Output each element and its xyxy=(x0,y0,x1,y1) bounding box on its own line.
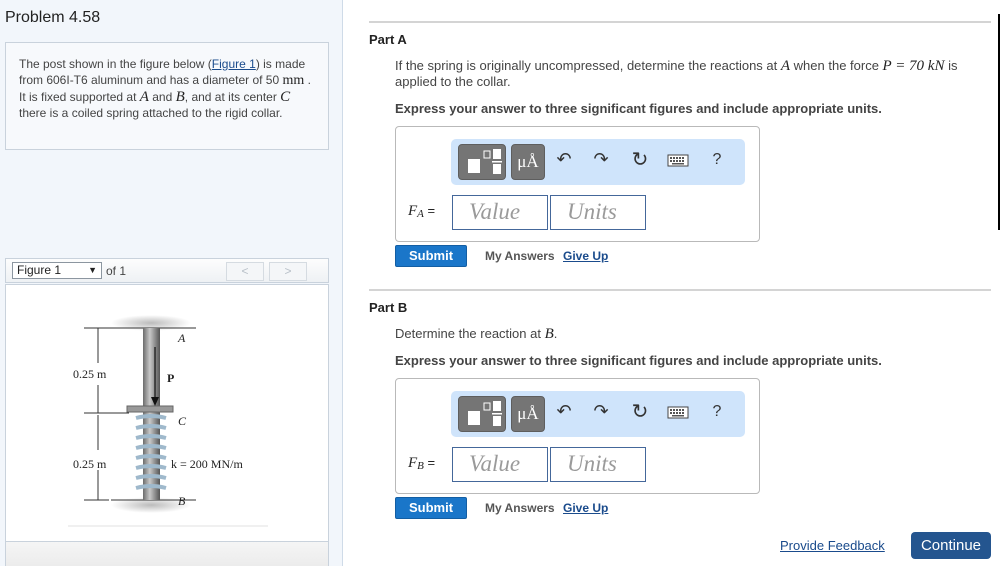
part-a-submit-button[interactable]: Submit xyxy=(395,245,467,267)
label-sub: A xyxy=(417,208,424,220)
provide-feedback-link[interactable]: Provide Feedback xyxy=(780,538,885,553)
reset-icon[interactable]: ↻ xyxy=(628,147,652,172)
figure-select[interactable]: Figure 1 ▼ xyxy=(12,262,102,279)
fb-label: FB = xyxy=(408,455,435,472)
label-eq: = xyxy=(423,455,436,470)
value-input[interactable]: Value xyxy=(452,195,548,230)
dim-bottom-label: 0.25 m xyxy=(73,457,107,471)
prev-figure-button[interactable]: < xyxy=(226,262,264,281)
continue-button[interactable]: Continue xyxy=(911,532,991,559)
label-c: C xyxy=(178,414,187,428)
math-toolbar: μÅ ↶ ↷ ↻ ? xyxy=(451,139,745,185)
part-a-answer-box: μÅ ↶ ↷ ↻ ? FA = Value Units xyxy=(395,126,760,242)
question-text: Determine the reaction at xyxy=(395,326,545,341)
label-eq: = xyxy=(423,203,436,218)
keyboard-icon[interactable] xyxy=(666,151,690,172)
label-var: F xyxy=(408,455,418,471)
intro-text: and xyxy=(148,90,176,104)
part-a-question: If the spring is originally uncompressed… xyxy=(395,58,985,90)
undo-icon[interactable]: ↶ xyxy=(552,401,576,422)
label-var: F xyxy=(408,203,418,219)
part-b-my-answers[interactable]: My Answers xyxy=(485,501,555,515)
keyboard-icon[interactable] xyxy=(666,403,690,424)
templates-button[interactable] xyxy=(458,144,506,180)
part-b-instructions: Express your answer to three significant… xyxy=(395,353,882,368)
question-text: . xyxy=(553,326,558,341)
post-spring-figure: 0.25 m 0.25 m A P C k = 200 MN/m B xyxy=(68,315,268,527)
redo-icon[interactable]: ↷ xyxy=(589,401,613,422)
label-p: P xyxy=(167,371,174,385)
part-a-my-answers[interactable]: My Answers xyxy=(485,249,555,263)
units-button[interactable]: μÅ xyxy=(511,396,545,432)
problem-intro: The post shown in the figure below (Figu… xyxy=(5,42,329,150)
units-button[interactable]: μÅ xyxy=(511,144,545,180)
figure-nav-bar: Figure 1 ▼ of 1 < > xyxy=(5,258,329,283)
figure-select-value: Figure 1 xyxy=(17,263,62,277)
spring-constant-label: k = 200 MN/m xyxy=(171,457,243,471)
intro-text: The post shown in the figure below ( xyxy=(19,57,212,71)
templates-icon xyxy=(468,401,502,426)
fa-label: FA = xyxy=(408,203,435,220)
problem-panel: Problem 4.58 The post shown in the figur… xyxy=(0,0,343,566)
redo-icon[interactable]: ↷ xyxy=(589,149,613,170)
dim-top-label: 0.25 m xyxy=(73,367,107,381)
dropdown-arrow-icon: ▼ xyxy=(88,265,97,275)
next-figure-button[interactable]: > xyxy=(269,262,307,281)
part-a-give-up-link[interactable]: Give Up xyxy=(563,249,608,263)
figure-count: of 1 xyxy=(106,264,127,278)
part-a-divider xyxy=(369,21,991,23)
figure-link[interactable]: Figure 1 xyxy=(212,57,256,71)
part-b-give-up-link[interactable]: Give Up xyxy=(563,501,608,515)
part-a-title: Part A xyxy=(369,32,407,47)
figure-footer xyxy=(5,542,329,566)
var-b: B xyxy=(175,89,185,105)
rigid-collar xyxy=(126,405,174,413)
label-b: B xyxy=(178,494,186,508)
units-input[interactable]: Units xyxy=(550,447,646,482)
value-input[interactable]: Value xyxy=(452,447,548,482)
part-b-title: Part B xyxy=(369,300,408,315)
help-button[interactable]: ? xyxy=(705,403,729,421)
templates-icon xyxy=(468,149,502,174)
undo-icon[interactable]: ↶ xyxy=(552,149,576,170)
unit-mm: mm xyxy=(282,73,305,88)
var-b: B xyxy=(544,326,554,342)
intro-text: there is a coiled spring attached to the… xyxy=(19,106,283,120)
help-button[interactable]: ? xyxy=(705,151,729,169)
var-c: C xyxy=(280,89,291,105)
part-b-divider xyxy=(369,289,991,291)
label-a: A xyxy=(177,331,186,345)
part-b-answer-box: μÅ ↶ ↷ ↻ ? FB = Value Units xyxy=(395,378,760,494)
reset-icon[interactable]: ↻ xyxy=(628,399,652,424)
math-toolbar: μÅ ↶ ↷ ↻ ? xyxy=(451,391,745,437)
scrollbar[interactable] xyxy=(998,14,1000,230)
problem-title: Problem 4.58 xyxy=(5,9,101,26)
question-text: when the force xyxy=(790,58,883,73)
templates-button[interactable] xyxy=(458,396,506,432)
question-text: If the spring is originally uncompressed… xyxy=(395,58,781,73)
force-value: P = 70 kN xyxy=(882,58,945,74)
part-a-instructions: Express your answer to three significant… xyxy=(395,101,882,116)
var-a: A xyxy=(139,89,149,105)
units-input[interactable]: Units xyxy=(550,195,646,230)
label-sub: B xyxy=(417,460,424,472)
part-b-submit-button[interactable]: Submit xyxy=(395,497,467,519)
part-b-question: Determine the reaction at B. xyxy=(395,326,985,342)
intro-text: , and at its center xyxy=(184,90,281,104)
var-a: A xyxy=(780,58,791,74)
figure-area: 0.25 m 0.25 m A P C k = 200 MN/m B xyxy=(5,284,329,542)
